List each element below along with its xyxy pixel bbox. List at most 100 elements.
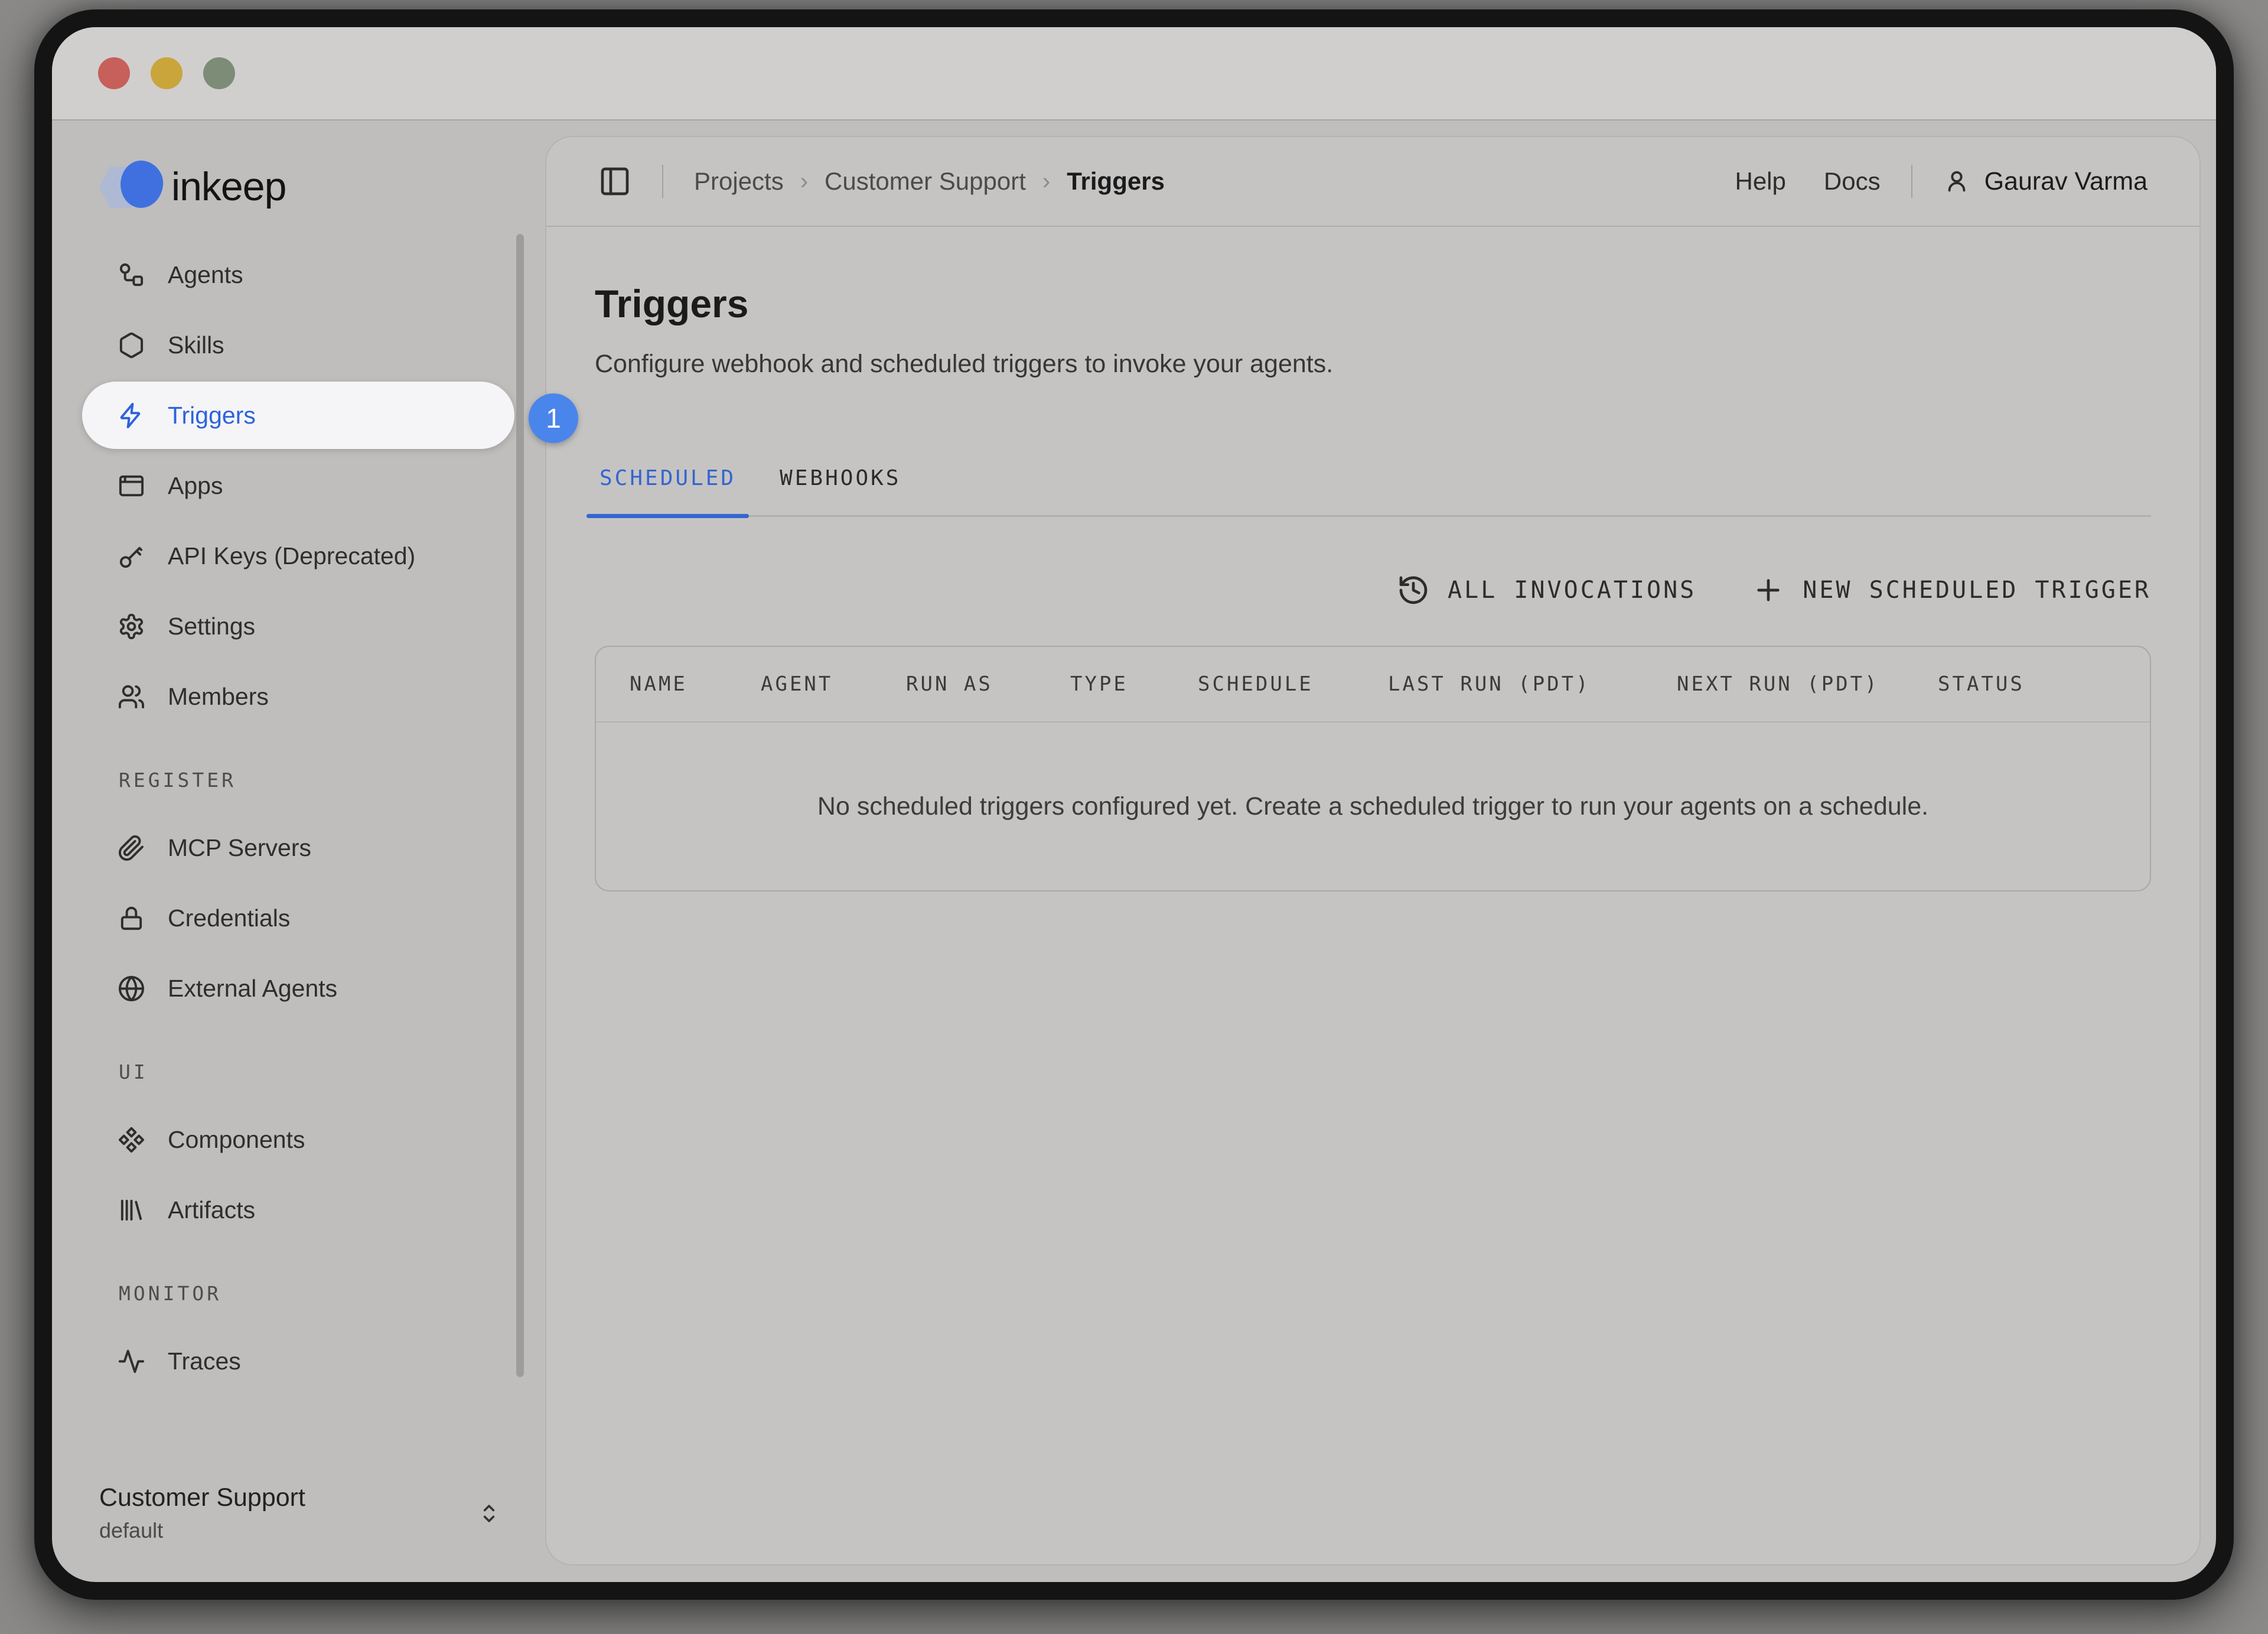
sidebar: inkeep Agents Skills Triggers xyxy=(52,121,543,1582)
sidebar-item-label: Components xyxy=(168,1126,305,1154)
user-name: Gaurav Varma xyxy=(1984,167,2148,196)
sidebar-item-external-agents[interactable]: External Agents xyxy=(82,955,514,1022)
sidebar-item-label: MCP Servers xyxy=(168,834,311,862)
sidebar-section-register: REGISTER xyxy=(82,751,514,808)
project-switcher[interactable]: Customer Support default xyxy=(99,1483,502,1543)
logo-wordmark: inkeep xyxy=(171,164,286,210)
table-empty-state: No scheduled triggers configured yet. Cr… xyxy=(596,722,2150,890)
breadcrumb-triggers: Triggers xyxy=(1067,167,1165,196)
panel-header: Projects › Customer Support › Triggers H… xyxy=(546,137,2199,227)
sidebar-item-traces[interactable]: Traces xyxy=(82,1327,514,1395)
user-icon xyxy=(1943,168,1970,195)
app-body: inkeep Agents Skills Triggers xyxy=(52,121,2216,1582)
sidebar-item-label: Triggers xyxy=(168,402,256,429)
breadcrumb-separator: › xyxy=(1042,168,1050,195)
header-divider xyxy=(662,165,663,198)
component-icon xyxy=(118,1126,145,1154)
sidebar-item-label: Credentials xyxy=(168,904,290,932)
minimize-window-button[interactable] xyxy=(151,57,183,89)
close-window-button[interactable] xyxy=(98,57,130,89)
window-frame: inkeep Agents Skills Triggers xyxy=(34,9,2234,1600)
library-icon xyxy=(118,1196,145,1224)
column-header-next-run: NEXT RUN (PDT) xyxy=(1677,672,1938,696)
main-panel: 1 Projects › Customer Support › Triggers xyxy=(545,136,2201,1565)
sidebar-nav: Agents Skills Triggers Apps xyxy=(52,241,543,1395)
panel-left-icon xyxy=(598,165,631,198)
all-invocations-label: ALL INVOCATIONS xyxy=(1448,577,1696,604)
scheduled-triggers-table: NAME AGENT RUN AS TYPE SCHEDULE LAST RUN… xyxy=(595,646,2151,891)
sidebar-item-label: Settings xyxy=(168,613,255,640)
sidebar-toggle-button[interactable] xyxy=(598,165,631,198)
sidebar-item-settings[interactable]: Settings xyxy=(82,593,514,660)
column-header-last-run: LAST RUN (PDT) xyxy=(1388,672,1677,696)
sidebar-item-label: Artifacts xyxy=(168,1196,255,1224)
sidebar-item-label: Apps xyxy=(168,472,223,500)
sidebar-item-members[interactable]: Members xyxy=(82,663,514,730)
sidebar-item-triggers[interactable]: Triggers xyxy=(82,382,514,449)
new-scheduled-trigger-button[interactable]: NEW SCHEDULED TRIGGER xyxy=(1752,574,2151,607)
sidebar-item-label: External Agents xyxy=(168,975,337,1002)
docs-link[interactable]: Docs xyxy=(1824,167,1881,196)
inkeep-logo: inkeep xyxy=(99,158,543,215)
tab-bar: SCHEDULED WEBHOOKS xyxy=(586,466,2151,517)
column-header-name: NAME xyxy=(630,672,761,696)
help-link[interactable]: Help xyxy=(1735,167,1785,196)
plus-icon xyxy=(1752,574,1785,607)
sidebar-item-credentials[interactable]: Credentials xyxy=(82,884,514,952)
sidebar-item-components[interactable]: Components xyxy=(82,1106,514,1173)
activity-icon xyxy=(118,1347,145,1375)
sidebar-item-api-keys[interactable]: API Keys (Deprecated) xyxy=(82,522,514,590)
sidebar-item-mcp-servers[interactable]: MCP Servers xyxy=(82,814,514,881)
chevrons-up-down-icon xyxy=(476,1500,502,1526)
globe-icon xyxy=(118,975,145,1002)
lock-icon xyxy=(118,904,145,932)
header-divider xyxy=(1911,165,1912,198)
zoom-window-button[interactable] xyxy=(203,57,235,89)
app-window: inkeep Agents Skills Triggers xyxy=(52,27,2216,1582)
sidebar-item-agents[interactable]: Agents xyxy=(82,241,514,308)
sidebar-item-label: API Keys (Deprecated) xyxy=(168,542,415,570)
key-icon xyxy=(118,542,145,570)
project-switcher-labels: Customer Support default xyxy=(99,1483,305,1543)
all-invocations-button[interactable]: ALL INVOCATIONS xyxy=(1397,574,1696,607)
sidebar-item-label: Members xyxy=(168,683,269,711)
sidebar-scrollbar[interactable] xyxy=(516,234,524,1377)
sidebar-item-label: Skills xyxy=(168,331,224,359)
gear-icon xyxy=(118,613,145,640)
main-area: 1 Projects › Customer Support › Triggers xyxy=(543,121,2216,1582)
app-window-icon xyxy=(118,472,145,500)
column-header-type: TYPE xyxy=(1070,672,1198,696)
tab-webhooks[interactable]: WEBHOOKS xyxy=(767,466,914,515)
user-menu[interactable]: Gaurav Varma xyxy=(1943,167,2148,196)
breadcrumb-customer-support[interactable]: Customer Support xyxy=(825,167,1026,196)
sidebar-section-monitor: MONITOR xyxy=(82,1265,514,1321)
workflow-icon xyxy=(118,261,145,289)
history-icon xyxy=(1397,574,1430,607)
page-title: Triggers xyxy=(595,281,2151,326)
page-description: Configure webhook and scheduled triggers… xyxy=(595,350,2151,379)
org-project: default xyxy=(99,1518,305,1543)
column-header-schedule: SCHEDULE xyxy=(1198,672,1388,696)
column-header-run-as: RUN AS xyxy=(906,672,1070,696)
new-scheduled-trigger-label: NEW SCHEDULED TRIGGER xyxy=(1803,577,2151,604)
table-header-row: NAME AGENT RUN AS TYPE SCHEDULE LAST RUN… xyxy=(596,647,2150,722)
annotation-badge-1: 1 xyxy=(529,393,578,443)
actions-row: ALL INVOCATIONS NEW SCHEDULED TRIGGER xyxy=(595,574,2151,607)
sidebar-item-skills[interactable]: Skills xyxy=(82,311,514,379)
breadcrumb-projects[interactable]: Projects xyxy=(694,167,784,196)
org-name: Customer Support xyxy=(99,1483,305,1512)
column-header-agent: AGENT xyxy=(761,672,906,696)
macos-titlebar xyxy=(52,27,2216,121)
hexagon-icon xyxy=(118,331,145,359)
zap-icon xyxy=(118,402,145,429)
sidebar-item-apps[interactable]: Apps xyxy=(82,452,514,519)
column-header-status: STATUS xyxy=(1938,672,2150,696)
sidebar-item-label: Traces xyxy=(168,1347,241,1375)
sidebar-item-label: Agents xyxy=(168,261,243,289)
panel-content: Triggers Configure webhook and scheduled… xyxy=(546,227,2199,1564)
users-icon xyxy=(118,683,145,711)
breadcrumb: Projects › Customer Support › Triggers xyxy=(694,167,1165,196)
tab-scheduled[interactable]: SCHEDULED xyxy=(586,466,749,515)
inkeep-logo-icon xyxy=(99,160,161,214)
sidebar-item-artifacts[interactable]: Artifacts xyxy=(82,1176,514,1244)
